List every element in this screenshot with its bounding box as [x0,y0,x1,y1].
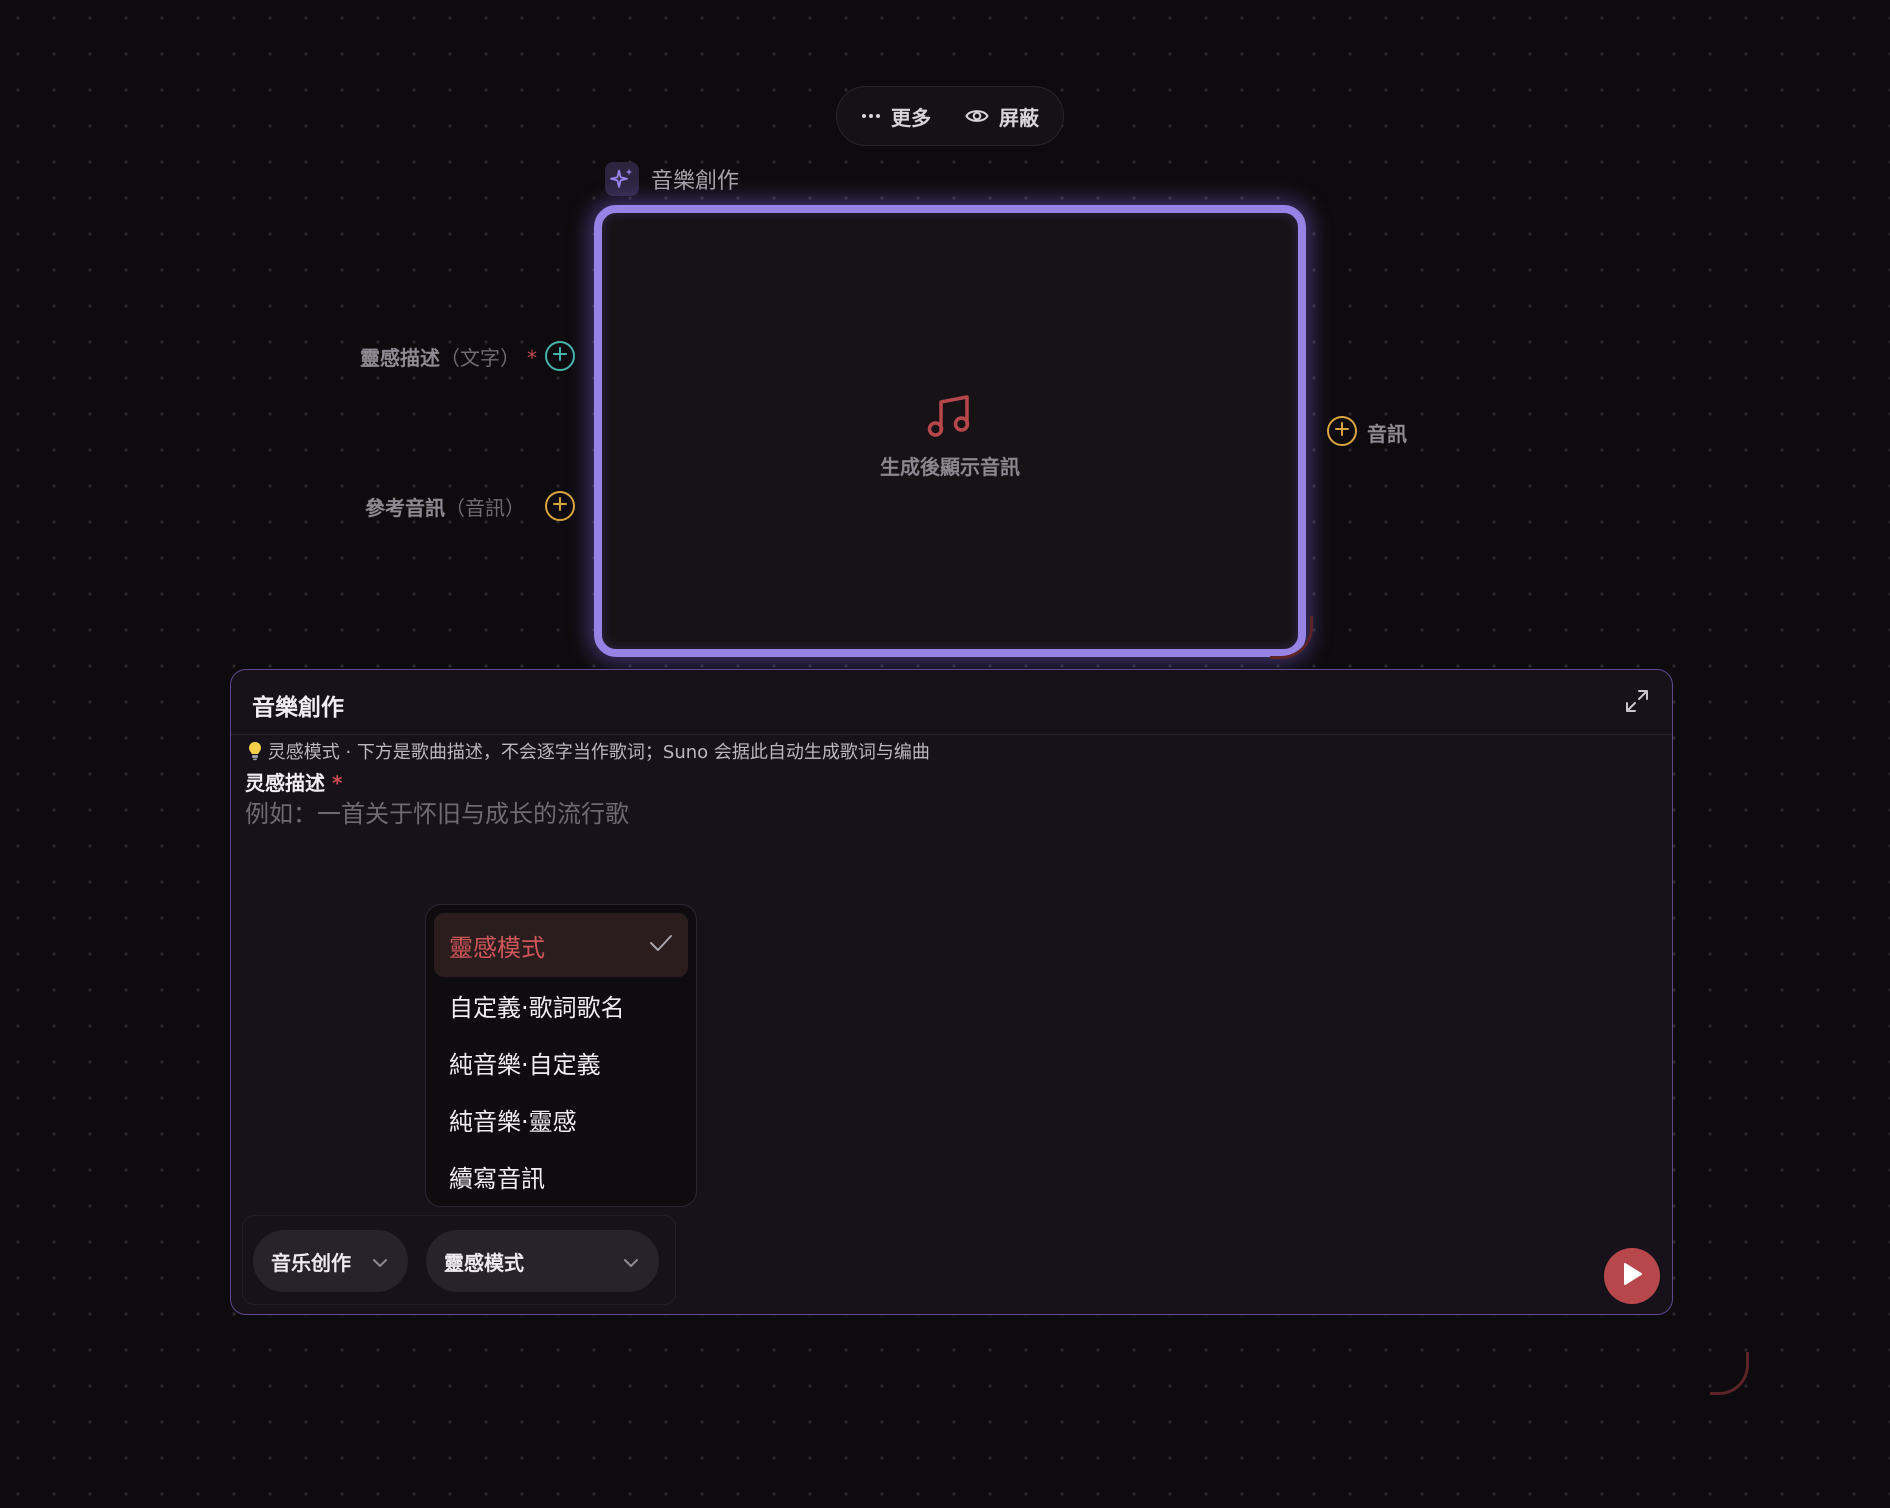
required-mark: * [331,771,343,795]
more-dots-icon [861,113,881,119]
menu-item-instrumental-inspiration[interactable]: 純音樂·靈感 [434,1091,688,1148]
input-port-prompt-label: 靈感描述（文字） * [360,342,537,371]
expand-button[interactable] [1624,688,1650,718]
menu-item-label: 自定義·歌詞歌名 [449,994,625,1022]
prompt-field-label: 灵感描述 * [245,767,342,796]
mode-hint: 灵感模式 · 下方是歌曲描述，不会逐字当作歌词；Suno 会据此自动生成歌词与编… [248,738,930,764]
chevron-down-icon [372,1249,388,1273]
required-mark: * [527,346,537,370]
run-button[interactable] [1604,1248,1660,1304]
input-port-audio-label: 參考音訊（音訊） [365,492,525,521]
selector-bar: 音乐创作 靈感模式 [242,1215,676,1305]
input-port-type: （文字） [440,346,521,370]
output-port-label: 音訊 [1367,422,1407,446]
input-port-audio-add[interactable] [545,491,575,521]
menu-item-label: 純音樂·自定義 [449,1051,601,1079]
plus-icon [1334,421,1350,441]
prompt-label-text: 灵感描述 [245,771,325,795]
menu-item-label: 靈感模式 [449,933,545,962]
prompt-input[interactable] [245,794,1645,864]
node-toolbar: 更多 屏蔽 [836,86,1064,146]
plus-icon [552,346,568,366]
chevron-down-icon [623,1249,639,1273]
mode-select-value: 靈感模式 [444,1250,524,1275]
canvas-corner-handle [1710,1352,1749,1395]
panel-header: 音樂創作 [231,670,1672,735]
node-empty-state: 生成後顯示音訊 [602,393,1298,480]
input-port-name: 參考音訊 [365,496,445,520]
menu-item-label: 續寫音訊 [449,1165,545,1193]
check-icon [649,931,673,959]
mode-dropdown-menu: 靈感模式 自定義·歌詞歌名 純音樂·自定義 純音樂·靈感 續寫音訊 [425,904,697,1207]
eye-icon [965,107,989,125]
menu-item-extend-audio[interactable]: 續寫音訊 [434,1148,688,1205]
input-port-type: （音訊） [445,496,525,520]
play-icon [1621,1262,1643,1290]
node-header: 音樂創作 [605,162,739,196]
plus-icon [552,496,568,516]
node-card[interactable]: 生成後顯示音訊 [594,205,1306,657]
input-port-prompt-add[interactable] [545,341,575,371]
music-note-icon [925,395,975,443]
resize-handle[interactable] [1270,616,1313,659]
node-title: 音樂創作 [651,169,740,194]
mode-select[interactable]: 靈感模式 [426,1230,659,1292]
empty-text: 生成後顯示音訊 [880,455,1020,479]
hide-label: 屏蔽 [999,105,1039,130]
menu-item-inspiration[interactable]: 靈感模式 [434,913,688,977]
menu-item-label: 純音樂·靈感 [449,1108,577,1136]
more-label: 更多 [891,105,931,130]
input-port-name: 靈感描述 [360,346,441,370]
menu-item-instrumental-custom[interactable]: 純音樂·自定義 [434,1034,688,1091]
lightbulb-icon [248,742,268,763]
sparkle-icon [605,162,639,196]
category-select-value: 音乐创作 [271,1250,351,1275]
more-button[interactable]: 更多 [861,102,931,131]
hide-button[interactable]: 屏蔽 [965,102,1039,131]
panel-title: 音樂創作 [252,695,344,721]
output-port-audio-add[interactable] [1327,416,1357,446]
expand-icon [1624,690,1650,718]
hint-text: 灵感模式 · 下方是歌曲描述，不会逐字当作歌词；Suno 会据此自动生成歌词与编… [267,742,930,763]
category-select[interactable]: 音乐创作 [253,1230,408,1292]
menu-item-custom-lyrics[interactable]: 自定義·歌詞歌名 [434,977,688,1034]
